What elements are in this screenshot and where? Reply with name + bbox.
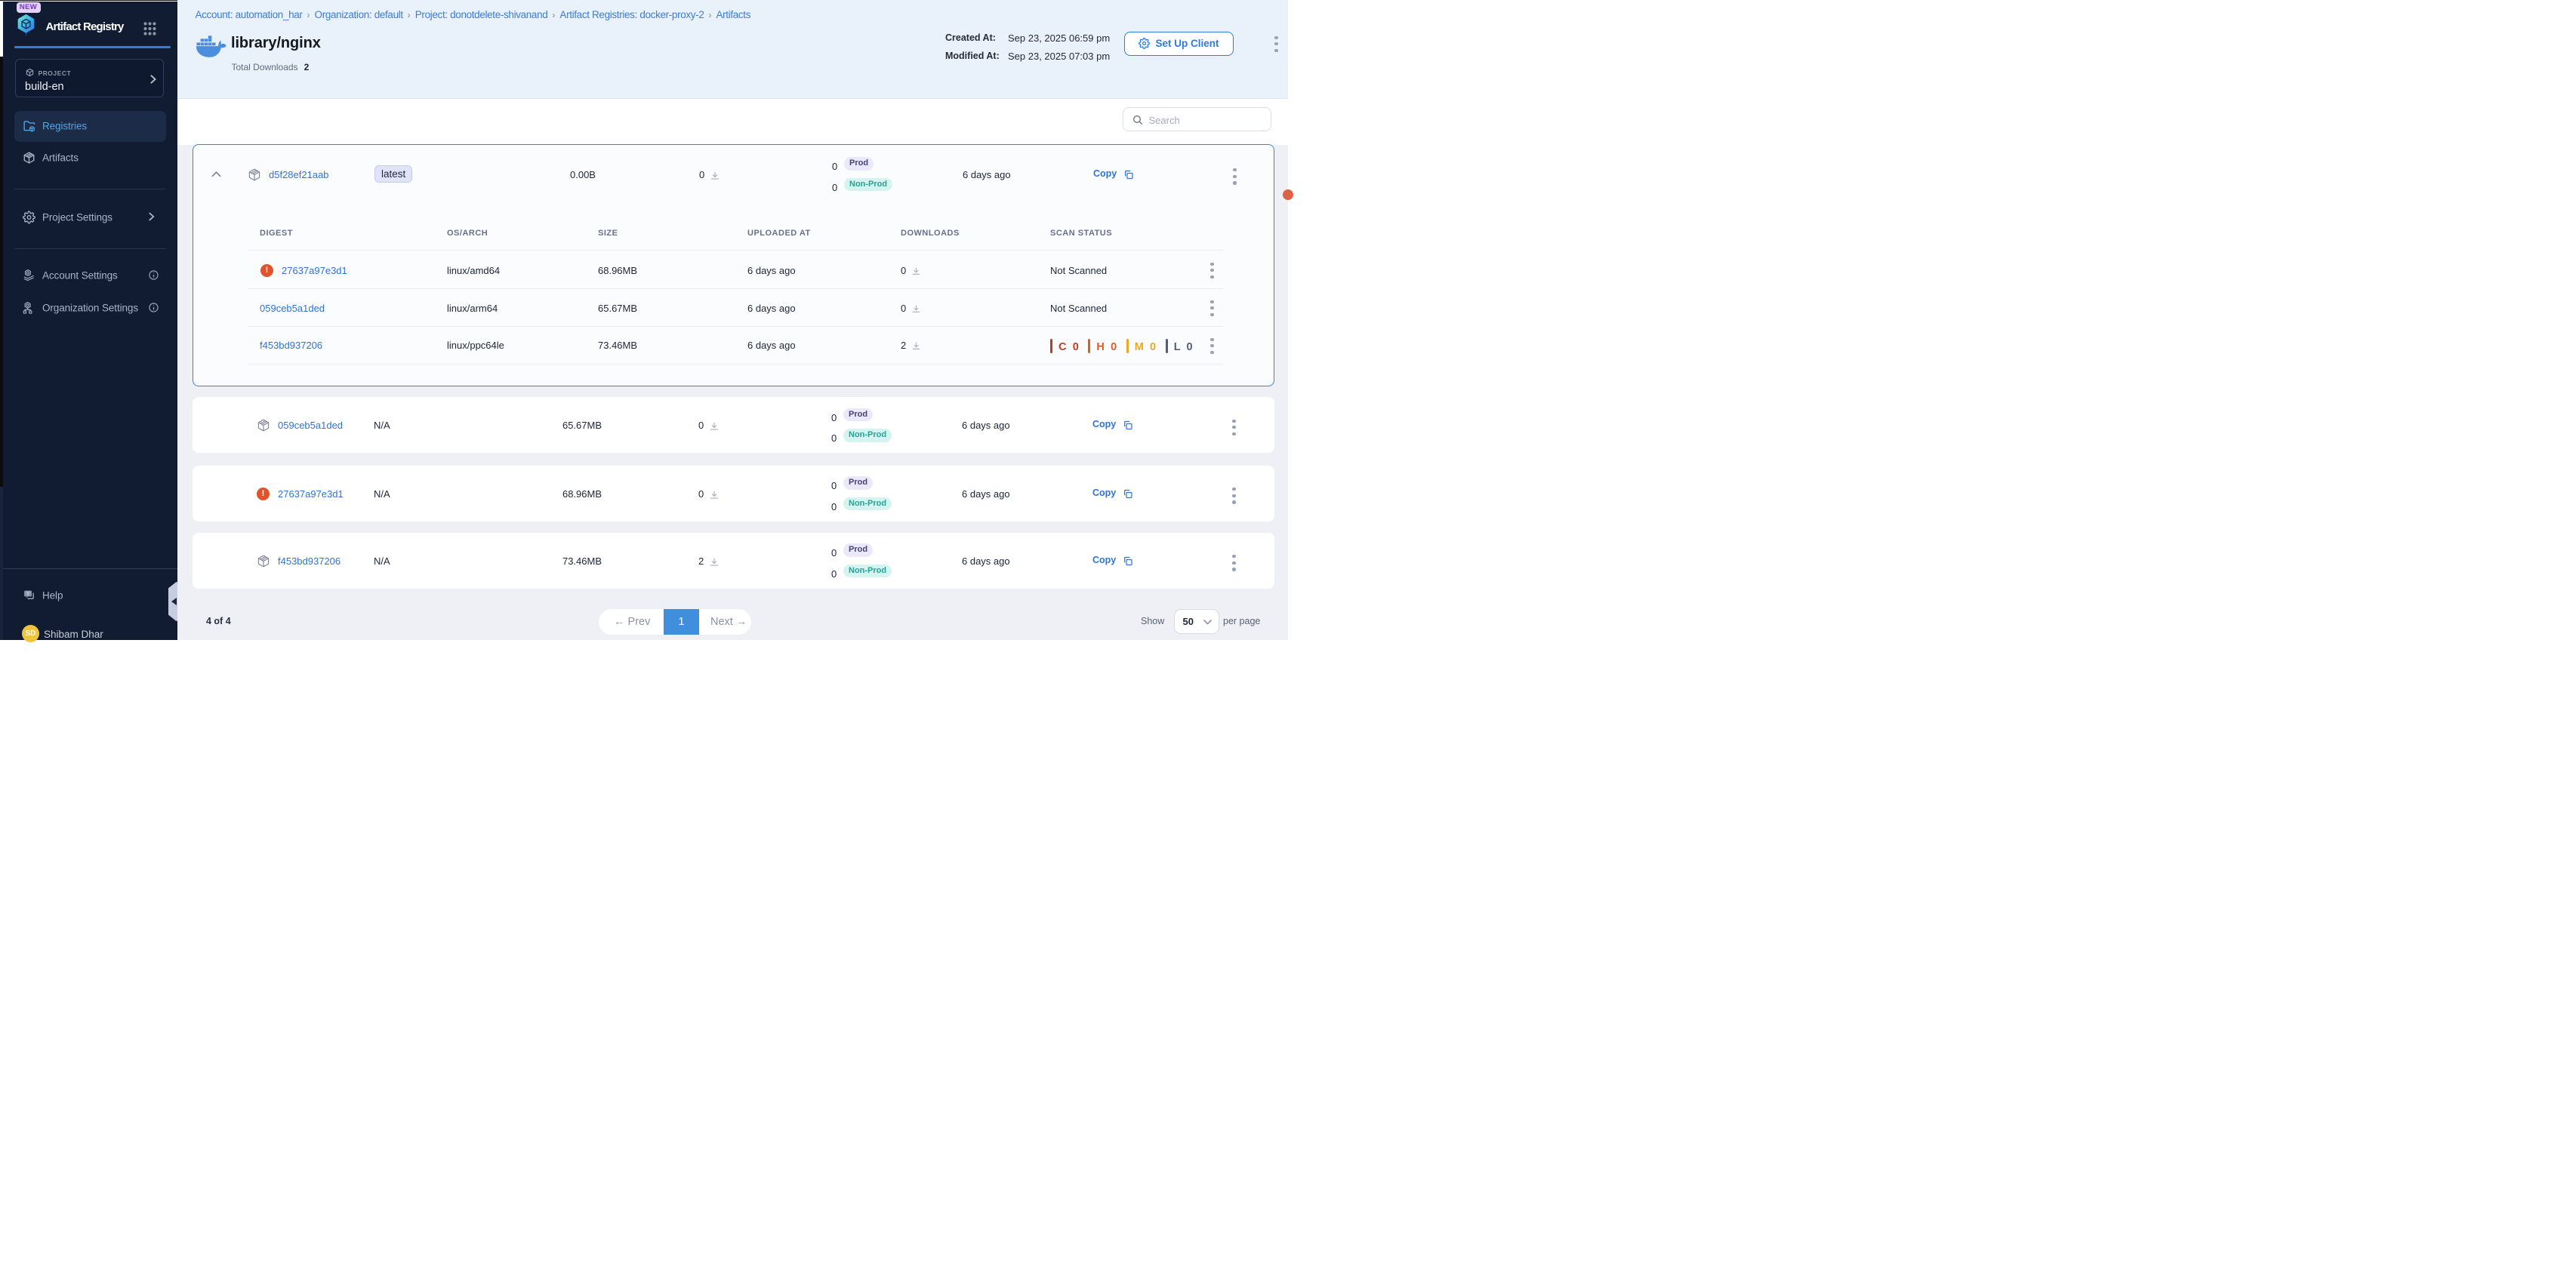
- svg-text:?: ?: [26, 592, 29, 597]
